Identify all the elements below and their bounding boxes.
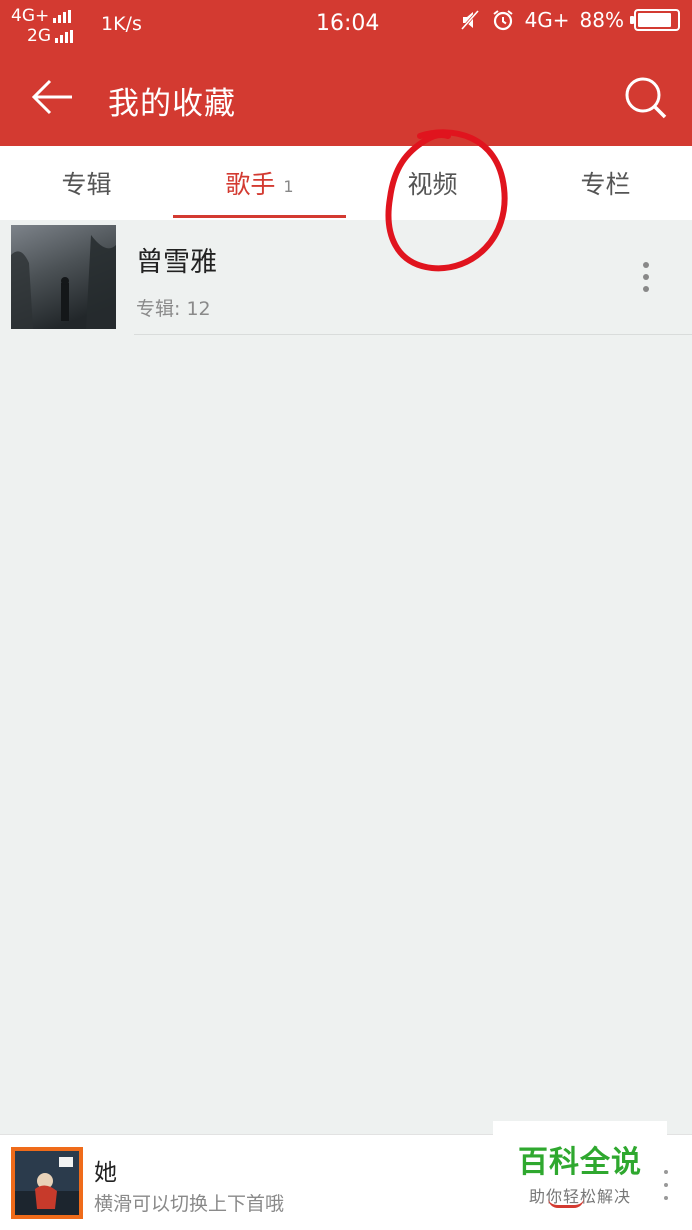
player-hint: 横滑可以切换上下首哦 (94, 1193, 285, 1215)
more-vertical-icon (664, 1170, 668, 1174)
clock: 16:04 (316, 11, 380, 36)
app-header: 4G+ 2G 1K/s 16:04 4G+ 88% 我的收藏 (0, 0, 692, 146)
page-title: 我的收藏 (108, 86, 236, 122)
back-button[interactable] (30, 76, 76, 118)
network-type-bottom: 2G (27, 26, 51, 46)
arrow-left-icon (31, 79, 72, 115)
list-item[interactable]: 曾雪雅 专辑: 12 (0, 220, 692, 336)
artist-album-count: 专辑: 12 (136, 298, 211, 320)
more-options-button[interactable] (632, 260, 660, 294)
player-more-button[interactable] (664, 1170, 670, 1200)
artist-avatar (11, 225, 116, 329)
search-icon (625, 77, 667, 119)
song-title: 她 (94, 1160, 117, 1186)
divider (134, 334, 692, 335)
signal-icon (55, 29, 73, 43)
tab-count: 1 (283, 176, 294, 196)
network-speed: 1K/s (101, 13, 142, 35)
battery-icon (630, 9, 680, 31)
tab-columns[interactable]: 专栏 (519, 146, 692, 220)
tab-bar: 专辑 歌手 1 视频 专栏 (0, 146, 692, 220)
status-icons: 4G+ 88% (459, 8, 680, 32)
battery-fill (638, 13, 672, 27)
tab-label: 歌手 (225, 170, 276, 199)
tab-label: 专辑 (61, 170, 112, 199)
network-type-top: 4G+ (11, 6, 50, 26)
avatar-image (11, 225, 116, 329)
watermark-logo: 百科全说 助你轻松解决 (493, 1121, 667, 1207)
signal-icon (53, 9, 72, 23)
tab-singers[interactable]: 歌手 1 (173, 146, 346, 220)
search-button[interactable] (622, 74, 668, 120)
playlist-button-edge (548, 1198, 584, 1208)
alarm-icon (492, 10, 513, 31)
tab-albums[interactable]: 专辑 (0, 146, 173, 220)
network-indicator: 4G+ 2G (11, 6, 73, 46)
watermark-title: 百科全说 (518, 1145, 642, 1180)
artist-name: 曾雪雅 (136, 247, 217, 278)
more-vertical-icon (643, 262, 649, 268)
song-cover[interactable] (11, 1147, 83, 1219)
tab-label: 视频 (407, 170, 458, 199)
cover-image (15, 1151, 79, 1215)
tab-label: 专栏 (580, 170, 631, 199)
status-bar: 4G+ 2G 1K/s 16:04 4G+ 88% (0, 0, 692, 48)
battery-percent: 88% (579, 8, 624, 32)
tab-videos[interactable]: 视频 (346, 146, 519, 220)
mute-icon (460, 10, 479, 30)
network-type-right: 4G+ (524, 8, 570, 32)
